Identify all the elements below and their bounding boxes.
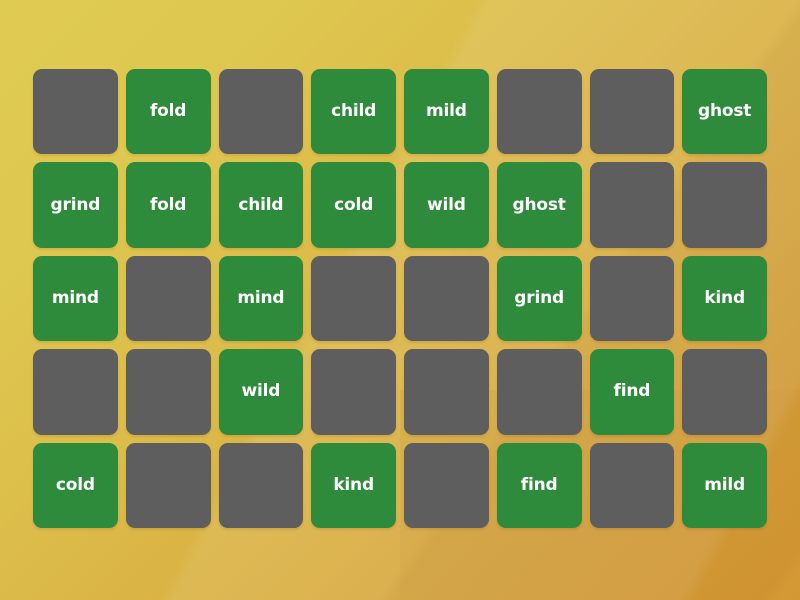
tile-label: mild [426, 101, 467, 122]
tile-face-up[interactable]: wild [218, 349, 304, 435]
tile-label: ghost [698, 101, 752, 122]
tile-face-up[interactable]: ghost [496, 162, 582, 248]
tile-face-down[interactable] [33, 349, 118, 435]
tile-face-down[interactable] [496, 69, 582, 155]
tile-face-up[interactable]: fold [125, 162, 211, 248]
tile-face-down[interactable] [404, 255, 489, 342]
tile-label: mild [704, 474, 745, 495]
tile-face-up[interactable]: grind [33, 162, 118, 248]
tile-face-down[interactable] [125, 442, 211, 528]
tile-face-down[interactable] [589, 442, 675, 528]
tile-face-down[interactable] [496, 349, 582, 435]
tile-label: fold [149, 194, 187, 215]
tile-face-down[interactable] [33, 69, 118, 155]
tile-face-down[interactable] [589, 255, 675, 342]
tile-face-up[interactable]: cold [311, 162, 396, 248]
tile-face-up[interactable]: mild [682, 442, 767, 528]
tile-face-up[interactable]: kind [311, 442, 396, 528]
tile-face-up[interactable]: ghost [682, 69, 767, 155]
tile-face-up[interactable]: child [311, 69, 396, 155]
tile-label: child [238, 194, 284, 215]
tile-label: cold [55, 474, 95, 495]
tile-face-up[interactable]: kind [682, 255, 767, 342]
tile-face-down[interactable] [125, 349, 211, 435]
tile-label: child [331, 101, 377, 122]
tile-face-up[interactable]: cold [33, 442, 118, 528]
tile-label: kind [704, 287, 745, 308]
matching-pairs-board: fold child mild ghost grind fold child cold wild… [33, 69, 767, 528]
tile-face-down[interactable] [311, 349, 396, 435]
tile-label: wild [241, 381, 281, 402]
tile-label: mind [51, 287, 99, 308]
tile-face-up[interactable]: find [589, 349, 675, 435]
tile-face-down[interactable] [125, 255, 211, 342]
tile-label: grind [50, 194, 101, 215]
tile-face-up[interactable]: grind [496, 255, 582, 342]
tile-face-up[interactable]: wild [404, 162, 489, 248]
game-stage: fold child mild ghost grind fold child cold wild… [0, 0, 800, 600]
tile-label: kind [333, 474, 374, 495]
tile-face-down[interactable] [218, 69, 304, 155]
tile-face-down[interactable] [218, 442, 304, 528]
tile-face-down[interactable] [682, 349, 767, 435]
tile-face-down[interactable] [589, 69, 675, 155]
tile-face-up[interactable]: fold [125, 69, 211, 155]
tile-face-down[interactable] [311, 255, 396, 342]
tile-face-up[interactable]: child [218, 162, 304, 248]
tile-label: grind [514, 287, 564, 308]
tile-label: wild [427, 194, 466, 215]
tile-label: ghost [512, 194, 566, 215]
tile-label: fold [149, 101, 187, 122]
tile-face-up[interactable]: mind [218, 255, 304, 342]
tile-label: cold [334, 194, 374, 215]
tile-face-up[interactable]: find [496, 442, 582, 528]
tile-face-down[interactable] [404, 349, 489, 435]
tile-face-up[interactable]: mild [404, 69, 489, 155]
tile-label: find [520, 474, 558, 495]
tile-face-down[interactable] [589, 162, 675, 248]
tile-face-up[interactable]: mind [33, 255, 118, 342]
tile-label: find [613, 381, 651, 402]
tile-face-down[interactable] [404, 442, 489, 528]
tile-face-down[interactable] [682, 162, 767, 248]
tile-label: mind [237, 287, 285, 308]
